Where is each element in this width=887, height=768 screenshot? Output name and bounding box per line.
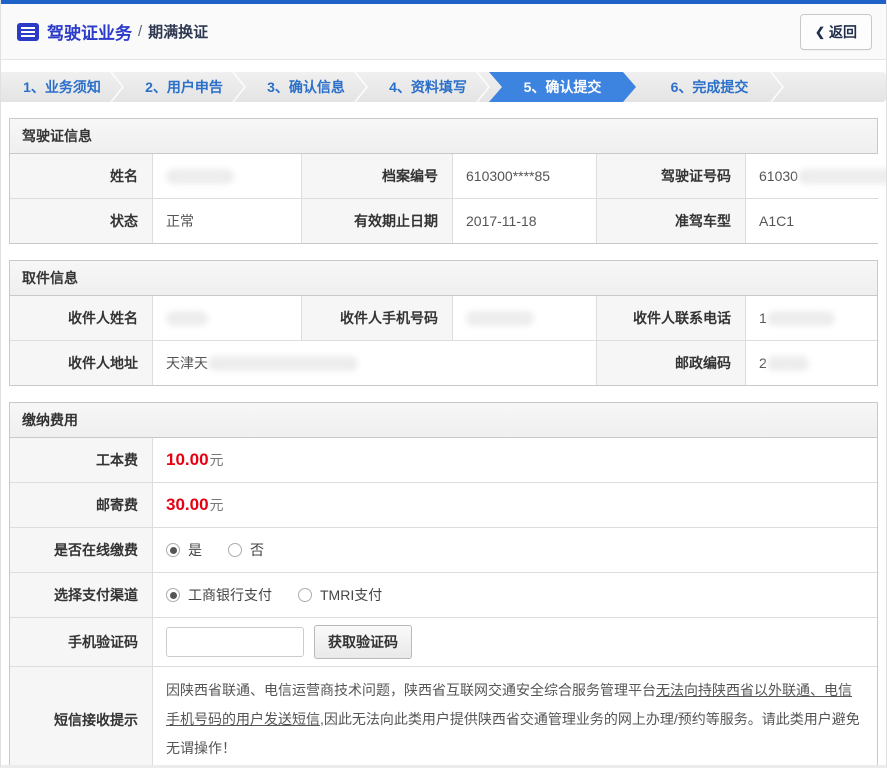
expiry-label: 有效期止日期 <box>302 199 452 243</box>
step-navigation: 1、业务须知 2、用户申告 3、确认信息 4、资料填写 5、确认提交 6、完成提… <box>1 72 886 102</box>
step-1-business-notice[interactable]: 1、业务须知 <box>1 72 124 102</box>
radio-online-no-label[interactable]: 否 <box>250 540 264 560</box>
back-button[interactable]: ❮ 返回 <box>799 13 872 50</box>
status-label: 状态 <box>10 199 152 243</box>
sms-notice-text: 因陕西省联通、电信运营商技术问题，陕西省互联网交通安全综合服务管理平台无法向持陕… <box>153 667 877 765</box>
radio-channel-icbc[interactable] <box>166 588 180 602</box>
step-4-fill-data[interactable]: 4、资料填写 <box>367 72 490 102</box>
pickup-info-section: 取件信息 收件人姓名 收件人手机号码 收件人联系电话 1 收件人地址 天津天 邮… <box>9 260 878 386</box>
payment-channel-options: 工商银行支付 TMRI支付 <box>153 573 877 617</box>
radio-online-yes[interactable] <box>166 543 180 557</box>
license-no-value: 61030 <box>746 154 886 198</box>
recipient-name-label: 收件人姓名 <box>10 296 152 340</box>
vehicle-value: A1C1 <box>746 199 886 243</box>
breadcrumb-separator: / <box>138 23 143 40</box>
page: 驾驶证业务 / 期满换证 ❮ 返回 1、业务须知 2、用户申告 3、确认信息 4… <box>0 0 887 768</box>
sms-code-label: 手机验证码 <box>10 618 152 666</box>
redacted-address <box>208 355 358 371</box>
back-chevron-icon: ❮ <box>814 24 825 39</box>
step-3-confirm-info[interactable]: 3、确认信息 <box>245 72 368 102</box>
vehicle-label: 准驾车型 <box>597 199 745 243</box>
expiry-value: 2017-11-18 <box>453 199 596 243</box>
license-info-section: 驾驶证信息 姓名 档案编号 610300****85 驾驶证号码 61030 状… <box>9 118 886 244</box>
currency-unit: 元 <box>209 497 224 513</box>
radio-online-yes-label[interactable]: 是 <box>188 540 202 560</box>
postcode-value: 2 <box>746 341 877 385</box>
license-no-label: 驾驶证号码 <box>597 154 745 198</box>
production-fee-value: 10.00 元 <box>153 438 877 482</box>
payment-section-title: 缴纳费用 <box>10 403 877 438</box>
redacted-phone <box>766 310 835 326</box>
radio-channel-tmri-label[interactable]: TMRI支付 <box>320 585 382 605</box>
postcode-label: 邮政编码 <box>597 341 745 385</box>
postage-fee-label: 邮寄费 <box>10 483 152 527</box>
sms-code-row: 获取验证码 <box>153 618 877 666</box>
radio-online-no[interactable] <box>228 543 242 557</box>
sms-code-input[interactable] <box>166 627 304 657</box>
name-label: 姓名 <box>10 154 152 198</box>
document-list-icon <box>17 22 39 41</box>
recipient-mobile-value <box>453 296 596 340</box>
redacted-postcode <box>766 355 809 371</box>
redacted-recipient-name <box>166 310 208 326</box>
back-button-label: 返回 <box>829 23 857 40</box>
address-value: 天津天 <box>153 341 596 385</box>
pickup-section-title: 取件信息 <box>10 261 877 296</box>
radio-channel-icbc-label[interactable]: 工商银行支付 <box>188 585 272 605</box>
postage-fee-value: 30.00 元 <box>153 483 877 527</box>
page-header: 驾驶证业务 / 期满换证 ❮ 返回 <box>1 4 886 60</box>
radio-channel-tmri[interactable] <box>298 588 312 602</box>
breadcrumb-current: 期满换证 <box>148 24 209 41</box>
step-5-confirm-submit[interactable]: 5、确认提交 <box>489 72 636 102</box>
name-value <box>153 154 301 198</box>
file-no-value: 610300****85 <box>453 154 596 198</box>
redacted-mobile <box>466 310 534 326</box>
recipient-phone-label: 收件人联系电话 <box>597 296 745 340</box>
online-payment-options: 是 否 <box>153 528 877 572</box>
production-fee-label: 工本费 <box>10 438 152 482</box>
sms-notice-label: 短信接收提示 <box>10 667 152 765</box>
recipient-phone-value: 1 <box>746 296 877 340</box>
status-value: 正常 <box>153 199 301 243</box>
step-2-user-declaration[interactable]: 2、用户申告 <box>123 72 246 102</box>
payment-section: 缴纳费用 工本费 10.00 元 邮寄费 30.00 元 是否在线缴费 是 否 … <box>9 402 878 765</box>
page-title: 驾驶证业务 <box>47 24 132 43</box>
recipient-mobile-label: 收件人手机号码 <box>302 296 452 340</box>
step-6-complete-submit[interactable]: 6、完成提交 <box>636 72 784 102</box>
get-code-button[interactable]: 获取验证码 <box>314 625 412 659</box>
currency-unit: 元 <box>209 452 224 468</box>
redacted-license-no <box>797 168 886 184</box>
recipient-name-value <box>153 296 301 340</box>
production-fee-amount: 10.00 <box>166 450 209 469</box>
postage-fee-amount: 30.00 <box>166 495 209 514</box>
file-no-label: 档案编号 <box>302 154 452 198</box>
online-payment-label: 是否在线缴费 <box>10 528 152 572</box>
address-label: 收件人地址 <box>10 341 152 385</box>
redacted-name <box>166 168 234 184</box>
payment-channel-label: 选择支付渠道 <box>10 573 152 617</box>
license-section-title: 驾驶证信息 <box>10 119 877 154</box>
